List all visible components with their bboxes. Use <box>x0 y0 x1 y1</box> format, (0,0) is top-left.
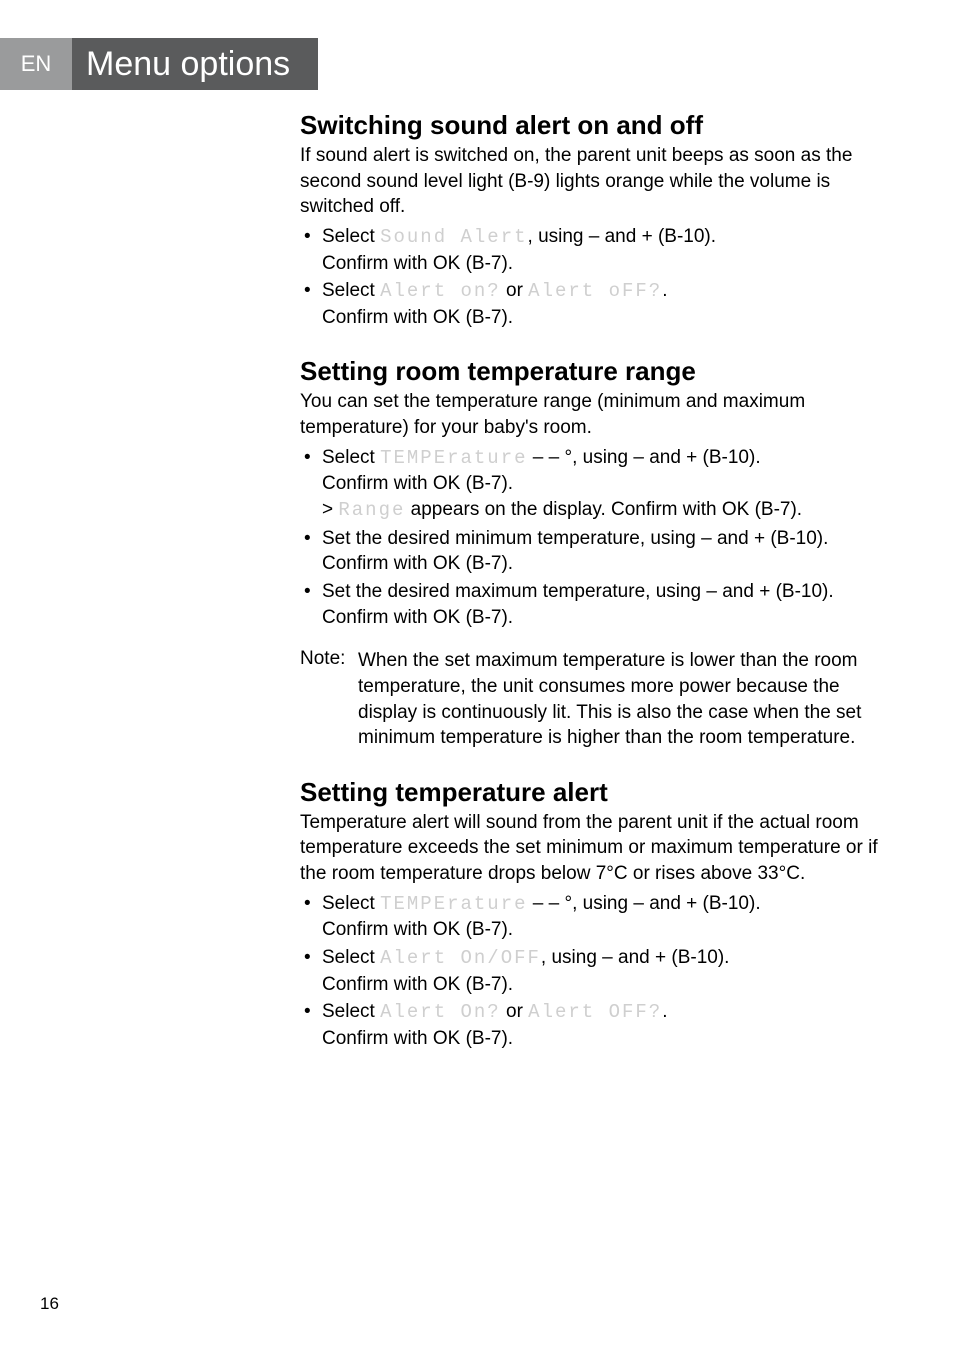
step-item: Select Alert on? or Alert oFF?. Confirm … <box>300 278 894 330</box>
note-body: When the set maximum temperature is lowe… <box>358 648 894 751</box>
steps-temp-range: Select TEMPErature – – °, using – and + … <box>300 445 894 630</box>
text: Select <box>322 447 380 468</box>
text: Select <box>322 947 380 968</box>
display-text: Alert OFF? <box>528 1001 662 1023</box>
section-temp-alert: Setting temperature alert Temperature al… <box>300 777 894 1052</box>
display-text: Sound Alert <box>380 226 527 248</box>
display-text: TEMPErature <box>380 447 527 469</box>
text: Confirm with OK (B-7). <box>322 1026 894 1052</box>
step-item: Select TEMPErature – – °, using – and + … <box>300 891 894 943</box>
language-tab: EN <box>0 38 72 90</box>
text: Confirm with OK (B-7). <box>322 305 894 331</box>
step-item: Set the desired maximum temperature, usi… <box>300 579 894 630</box>
text: Confirm with OK (B-7). <box>322 917 894 943</box>
steps-temp-alert: Select TEMPErature – – °, using – and + … <box>300 891 894 1052</box>
result-line: > Range appears on the display. Confirm … <box>322 497 894 524</box>
heading-temp-range: Setting room temperature range <box>300 356 894 387</box>
intro-temp-alert: Temperature alert will sound from the pa… <box>300 810 894 887</box>
note-label: Note: <box>300 648 358 670</box>
intro-temp-range: You can set the temperature range (minim… <box>300 389 894 440</box>
text: Set the desired maximum temperature, usi… <box>322 581 834 602</box>
text: appears on the display. Confirm with OK … <box>405 499 802 520</box>
display-text: Alert on? <box>380 280 501 302</box>
step-item: Select Alert On/OFF, using – and + (B-10… <box>300 945 894 997</box>
steps-sound-alert: Select Sound Alert, using – and + (B-10)… <box>300 224 894 331</box>
text: . <box>662 280 667 301</box>
text: or <box>501 280 528 301</box>
text: Select <box>322 1001 380 1022</box>
text: – – °, using – and + (B-10). <box>528 893 761 914</box>
section-sound-alert: Switching sound alert on and off If soun… <box>300 110 894 330</box>
page: ENMenu options Switching sound alert on … <box>0 0 954 1350</box>
display-text: Alert On/OFF <box>380 947 541 969</box>
text: Select <box>322 226 380 247</box>
display-text: Alert On? <box>380 1001 501 1023</box>
text: > <box>322 499 338 520</box>
text: Confirm with OK (B-7). <box>322 251 894 277</box>
text: or <box>501 1001 528 1022</box>
heading-sound-alert: Switching sound alert on and off <box>300 110 894 141</box>
text: Set the desired minimum temperature, usi… <box>322 528 828 549</box>
display-text: Alert oFF? <box>528 280 662 302</box>
text: Confirm with OK (B-7). <box>322 551 894 577</box>
text: Select <box>322 280 380 301</box>
step-item: Select Alert On? or Alert OFF?. Confirm … <box>300 999 894 1051</box>
text: Confirm with OK (B-7). <box>322 972 894 998</box>
heading-temp-alert: Setting temperature alert <box>300 777 894 808</box>
page-number: 16 <box>40 1294 59 1314</box>
header-bar: ENMenu options <box>0 38 318 90</box>
section-temp-range: Setting room temperature range You can s… <box>300 356 894 750</box>
content: Switching sound alert on and off If soun… <box>300 104 894 1078</box>
note: Note: When the set maximum temperature i… <box>300 648 894 751</box>
text: – – °, using – and + (B-10). <box>528 447 761 468</box>
text: , using – and + (B-10). <box>541 947 730 968</box>
intro-sound-alert: If sound alert is switched on, the paren… <box>300 143 894 220</box>
text: Confirm with OK (B-7). <box>322 471 894 497</box>
page-title: Menu options <box>72 38 318 90</box>
step-item: Set the desired minimum temperature, usi… <box>300 526 894 577</box>
text: Select <box>322 893 380 914</box>
display-text: TEMPErature <box>380 893 527 915</box>
step-item: Select TEMPErature – – °, using – and + … <box>300 445 894 524</box>
text: . <box>662 1001 667 1022</box>
step-item: Select Sound Alert, using – and + (B-10)… <box>300 224 894 276</box>
text: , using – and + (B-10). <box>528 226 717 247</box>
text: Confirm with OK (B-7). <box>322 605 894 631</box>
display-text: Range <box>338 499 405 521</box>
